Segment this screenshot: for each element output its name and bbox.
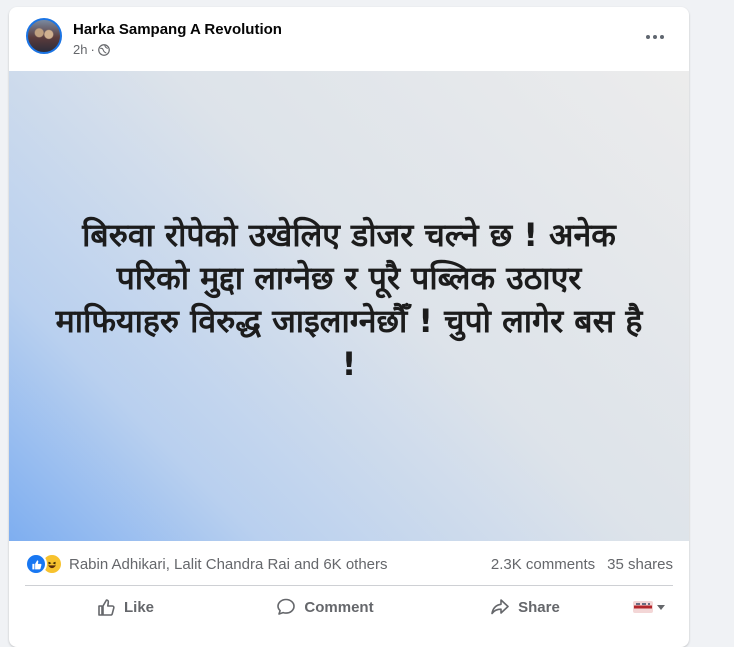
author-name[interactable]: Harka Sampang A Revolution — [73, 21, 282, 38]
reaction-icons[interactable] — [25, 553, 63, 575]
author-avatar[interactable] — [26, 18, 62, 54]
comment-icon — [277, 598, 296, 615]
reaction-names[interactable]: Rabin Adhikari, Lalit Chandra Rai and 6K… — [69, 556, 491, 573]
post-time[interactable]: 2h — [73, 42, 87, 57]
post-card: Harka Sampang A Revolution 2h · बिरुवा र… — [9, 7, 689, 647]
engagement-counts: 2.3K comments 35 shares — [491, 556, 673, 573]
like-button[interactable]: Like — [25, 589, 225, 625]
post-text: बिरुवा रोपेको उखेलिए डोजर चल्ने छ ! अनेक… — [39, 214, 659, 386]
more-options-button[interactable] — [641, 27, 669, 47]
shares-count[interactable]: 35 shares — [607, 556, 673, 573]
page-avatar-icon — [633, 601, 653, 613]
globe-icon[interactable] — [97, 43, 110, 56]
more-options-icon — [646, 35, 650, 39]
post-text-line: परिको मुद्दा लाग्नेछ र पूरै पब्लिक उठाएर — [116, 259, 582, 297]
share-button[interactable]: Share — [425, 589, 625, 625]
thumbs-up-icon — [98, 599, 115, 616]
comment-label: Comment — [304, 598, 374, 616]
post-text-background[interactable]: बिरुवा रोपेको उखेलिए डोजर चल्ने छ ! अनेक… — [9, 71, 689, 541]
post-header: Harka Sampang A Revolution 2h · — [9, 7, 689, 71]
post-text-line: माफियाहरु विरुद्ध जाइलाग्नेछौँ ! चुपो ला… — [55, 302, 643, 340]
chevron-down-icon — [657, 604, 665, 610]
post-actions: Like Comment Share — [25, 589, 673, 625]
post-text-line: ! — [341, 345, 357, 383]
comment-button[interactable]: Comment — [225, 589, 425, 625]
actions-divider — [25, 585, 673, 586]
like-reaction-icon — [25, 553, 47, 575]
meta-separator: · — [90, 42, 95, 57]
post-meta: 2h · — [73, 42, 110, 57]
reactions-summary: Rabin Adhikari, Lalit Chandra Rai and 6K… — [25, 551, 673, 577]
react-as-selector[interactable] — [625, 589, 673, 625]
post-text-line: बिरुवा रोपेको उखेलिए डोजर चल्ने छ ! अनेक — [82, 216, 616, 254]
comments-count[interactable]: 2.3K comments — [491, 556, 595, 573]
share-arrow-icon — [491, 599, 509, 615]
share-label: Share — [518, 598, 560, 616]
like-label: Like — [123, 598, 154, 616]
